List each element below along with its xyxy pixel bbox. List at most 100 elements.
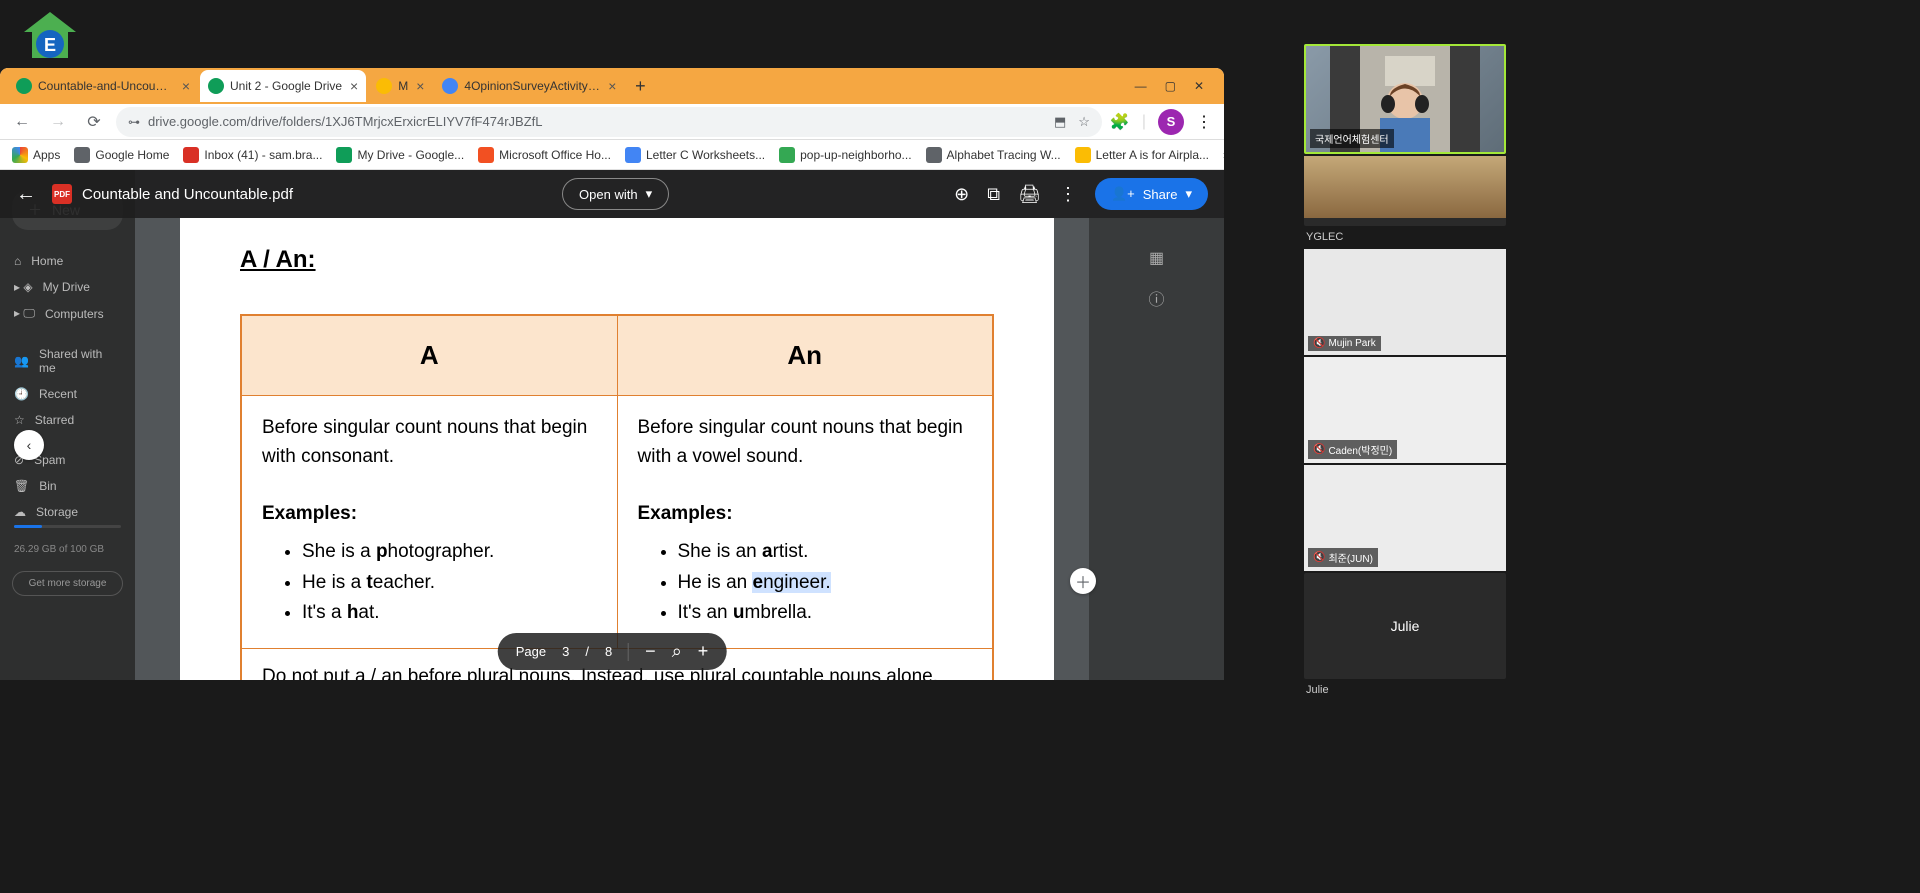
bookmark-item[interactable]: Microsoft Office Ho... [478, 147, 611, 163]
open-with-button[interactable]: Open with ▾ [562, 178, 669, 210]
zoom-reset-button[interactable]: ⌕ [672, 641, 682, 662]
viewer-back-button[interactable]: ← [16, 183, 36, 206]
app-logo: E [18, 8, 82, 77]
drive-viewer: ＋ New ⌂Home ▸ ◈My Drive ▸ 🖵Computers 👥Sh… [0, 170, 1224, 680]
new-tab-button[interactable]: + [626, 76, 654, 97]
apps-shortcut[interactable]: Apps [12, 147, 60, 163]
close-button[interactable]: ✕ [1194, 79, 1204, 93]
print-icon[interactable]: 🖨 [1018, 184, 1041, 205]
share-label: Share [1143, 187, 1178, 202]
apps-icon [12, 147, 28, 163]
col-header-an: An [617, 315, 993, 396]
forward-button[interactable]: → [44, 108, 72, 136]
people-icon: 👥 [14, 354, 29, 368]
example-item: He is an engineer. [678, 569, 973, 598]
tab-3[interactable]: 4OpinionSurveyActivity-FoodA × [434, 70, 624, 102]
bookmarks-overflow-icon[interactable]: » [1223, 148, 1224, 162]
bookmark-label: My Drive - Google... [357, 148, 464, 162]
sidebar-label: Storage [36, 505, 78, 519]
page-current[interactable]: 3 [562, 644, 569, 659]
site-info-icon[interactable]: ⊶ [128, 115, 140, 129]
bookmark-item[interactable]: pop-up-neighborho... [779, 147, 911, 163]
tab-bar: Countable-and-Uncountable-n × Unit 2 - G… [0, 68, 1224, 104]
maximize-button[interactable]: ▢ [1165, 79, 1176, 93]
pdf-canvas-area[interactable]: A / An: A An Before singular count nouns… [135, 218, 1089, 680]
zoom-out-button[interactable]: − [645, 641, 656, 662]
window-controls: ― ▢ ✕ [1135, 79, 1216, 93]
example-item: She is a photographer. [302, 538, 597, 567]
bookmark-favicon [478, 147, 494, 163]
sidebar-item-mydrive[interactable]: ▸ ◈My Drive [0, 274, 135, 300]
chevron-down-icon: ▾ [646, 186, 653, 202]
bookmark-item[interactable]: My Drive - Google... [336, 147, 464, 163]
participant-caption: YGLEC [1304, 228, 1506, 249]
close-icon[interactable]: × [608, 78, 616, 94]
close-icon[interactable]: × [416, 78, 424, 94]
add-shortcut-icon[interactable]: ⧉ [987, 184, 1000, 205]
bookmark-favicon [926, 147, 942, 163]
minimize-button[interactable]: ― [1135, 79, 1147, 93]
tab-label: Countable-and-Uncountable-n [38, 79, 174, 93]
zoom-in-button[interactable]: + [698, 641, 709, 662]
open-with-label: Open with [579, 187, 638, 202]
sidebar-item-starred[interactable]: ☆Starred [0, 407, 135, 433]
install-icon[interactable]: ⬒ [1054, 114, 1066, 130]
more-icon[interactable]: ⋮ [1059, 184, 1077, 205]
sidebar-label: Bin [39, 479, 56, 493]
speaker-name-label: 국제언어체험센터 [1310, 129, 1394, 148]
close-icon[interactable]: × [350, 78, 358, 94]
menu-icon[interactable]: ⋮ [1196, 112, 1212, 132]
info-icon[interactable]: ⓘ [1089, 278, 1224, 318]
reload-button[interactable]: ⟳ [80, 108, 108, 136]
url-input[interactable]: ⊶ drive.google.com/drive/folders/1XJ6TMr… [116, 107, 1102, 137]
examples-label: Examples: [638, 500, 973, 529]
profile-avatar[interactable]: S [1158, 109, 1184, 135]
page-total: 8 [605, 644, 612, 659]
tab-2[interactable]: M × [368, 70, 432, 102]
bookmark-item[interactable]: Inbox (41) - sam.bra... [183, 147, 322, 163]
chevron-down-icon: ▾ [1185, 186, 1192, 202]
muted-icon: 🔇 [1313, 338, 1325, 349]
browser-window: Countable-and-Uncountable-n × Unit 2 - G… [0, 68, 1224, 680]
grid-view-icon[interactable]: ▦ [1089, 238, 1224, 278]
muted-icon: 🔇 [1313, 444, 1325, 455]
bookmark-item[interactable]: Google Home [74, 147, 169, 163]
collapse-sidebar-button[interactable]: ‹ [14, 430, 44, 460]
section-heading: A / An: [240, 246, 994, 274]
video-tile-yglec[interactable] [1304, 156, 1506, 226]
bookmark-favicon [74, 147, 90, 163]
share-button[interactable]: 👤+ Share ▾ [1095, 178, 1208, 210]
video-tile[interactable]: 🔇최준(JUN) [1304, 465, 1506, 571]
extensions-icon[interactable]: 🧩 [1110, 112, 1130, 132]
grammar-table: A An Before singular count nouns that be… [240, 314, 994, 680]
sidebar-item-computers[interactable]: ▸ 🖵Computers [0, 300, 135, 327]
tab-1[interactable]: Unit 2 - Google Drive × [200, 70, 366, 102]
video-tile[interactable]: 🔇Caden(박정민) [1304, 357, 1506, 463]
bookmark-item[interactable]: Alphabet Tracing W... [926, 147, 1061, 163]
home-icon: ⌂ [14, 254, 21, 268]
bookmark-item[interactable]: Letter A is for Airpla... [1075, 147, 1209, 163]
storage-upsell-button[interactable]: Get more storage [12, 571, 123, 596]
clock-icon: 🕘 [14, 387, 29, 401]
storage-text: 26.29 GB of 100 GB [0, 536, 135, 563]
close-icon[interactable]: × [182, 78, 190, 94]
back-button[interactable]: ← [8, 108, 36, 136]
add-to-drive-icon[interactable]: ⊕ [954, 184, 969, 205]
video-tile[interactable]: 🔇Mujin Park [1304, 249, 1506, 355]
sidebar-item-recent[interactable]: 🕘Recent [0, 381, 135, 407]
bookmark-item[interactable]: Letter C Worksheets... [625, 147, 765, 163]
participant-name-label: 🔇Caden(박정민) [1308, 440, 1397, 459]
sidebar-item-home[interactable]: ⌂Home [0, 248, 135, 274]
bookmark-label: Google Home [95, 148, 169, 162]
sidebar-item-shared[interactable]: 👥Shared with me [0, 341, 135, 381]
speaker-tile[interactable]: 국제언어체험센터 [1304, 44, 1506, 154]
sidebar-item-bin[interactable]: 🗑Bin [0, 473, 135, 499]
bookmark-favicon [183, 147, 199, 163]
add-comment-button[interactable]: ＋ [1070, 568, 1096, 594]
page-label: Page [516, 644, 546, 659]
bookmark-star-icon[interactable]: ☆ [1078, 114, 1090, 130]
video-tile-nameonly[interactable]: Julie [1304, 573, 1506, 679]
bookmark-label: Inbox (41) - sam.bra... [204, 148, 322, 162]
sidebar-item-storage[interactable]: ☁Storage [0, 499, 135, 525]
bookmark-favicon [336, 147, 352, 163]
